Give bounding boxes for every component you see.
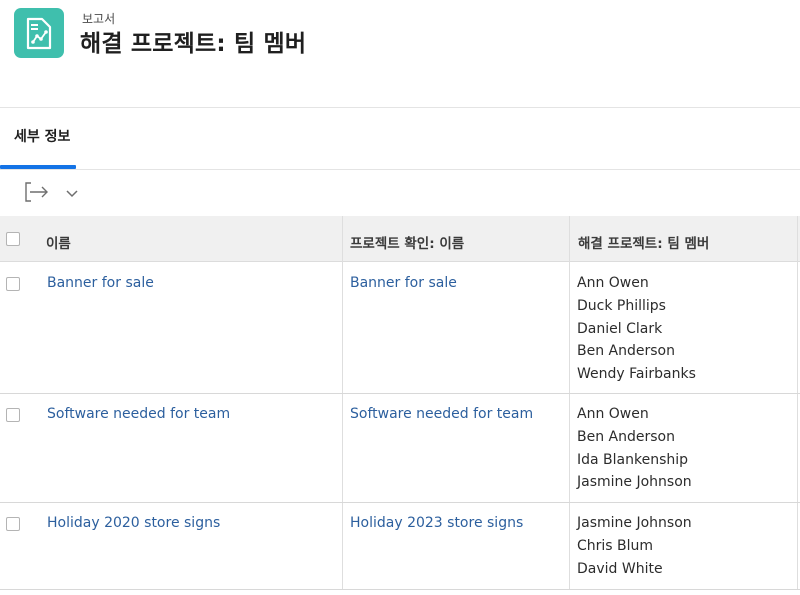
row-project-link[interactable]: Software needed for team xyxy=(350,406,533,422)
table-row: Software needed for team Software needed… xyxy=(0,394,800,503)
team-member: Jasmine Johnson xyxy=(577,474,692,491)
column-header-name[interactable]: 이름 xyxy=(46,232,71,252)
toolbar xyxy=(0,170,800,216)
page-title: 해결 프로젝트: 팀 멤버 xyxy=(80,31,307,57)
table-row: Banner for sale Banner for sale Ann Owen… xyxy=(0,262,800,394)
row-name-link[interactable]: Holiday 2020 store signs xyxy=(47,515,220,531)
team-member-list: Jasmine Johnson Chris Blum David White xyxy=(577,512,692,580)
team-member-list: Ann Owen Duck Phillips Daniel Clark Ben … xyxy=(577,272,696,386)
column-header-team-members[interactable]: 해결 프로젝트: 팀 멤버 xyxy=(578,232,709,252)
column-header-project-name[interactable]: 프로젝트 확인: 이름 xyxy=(350,232,464,252)
report-chart-icon xyxy=(14,8,64,58)
table-row: Holiday 2020 store signs Holiday 2023 st… xyxy=(0,503,800,590)
row-project-link[interactable]: Banner for sale xyxy=(350,275,457,291)
export-arrow-icon[interactable] xyxy=(24,180,50,204)
row-checkbox[interactable] xyxy=(6,408,20,422)
row-checkbox[interactable] xyxy=(6,517,20,531)
team-member: Daniel Clark xyxy=(577,320,663,337)
chevron-down-icon[interactable] xyxy=(64,186,80,200)
row-name-link[interactable]: Banner for sale xyxy=(47,275,154,291)
active-tab-indicator xyxy=(0,165,76,169)
team-member: Wendy Fairbanks xyxy=(577,366,696,383)
team-member: Ann Owen xyxy=(577,406,649,422)
team-member: Ida Blankenship xyxy=(577,451,689,468)
team-member: Ben Anderson xyxy=(577,343,675,360)
tab-details[interactable]: 세부 정보 xyxy=(14,126,70,146)
table-header: 이름 프로젝트 확인: 이름 해결 프로젝트: 팀 멤버 xyxy=(0,216,800,262)
team-member: Chris Blum xyxy=(577,537,654,554)
team-member: David White xyxy=(577,560,663,577)
team-member: Ann Owen xyxy=(577,275,649,291)
page-header: 보고서 해결 프로젝트: 팀 멤버 xyxy=(0,0,800,108)
tab-bar: 세부 정보 xyxy=(0,108,800,170)
team-member: Jasmine Johnson xyxy=(577,515,692,531)
team-member: Ben Anderson xyxy=(577,428,675,445)
select-all-checkbox[interactable] xyxy=(6,232,20,246)
team-member: Duck Phillips xyxy=(577,297,666,314)
row-name-link[interactable]: Software needed for team xyxy=(47,406,230,422)
row-project-link[interactable]: Holiday 2023 store signs xyxy=(350,515,523,531)
row-checkbox[interactable] xyxy=(6,277,20,291)
team-member-list: Ann Owen Ben Anderson Ida Blankenship Ja… xyxy=(577,403,692,494)
